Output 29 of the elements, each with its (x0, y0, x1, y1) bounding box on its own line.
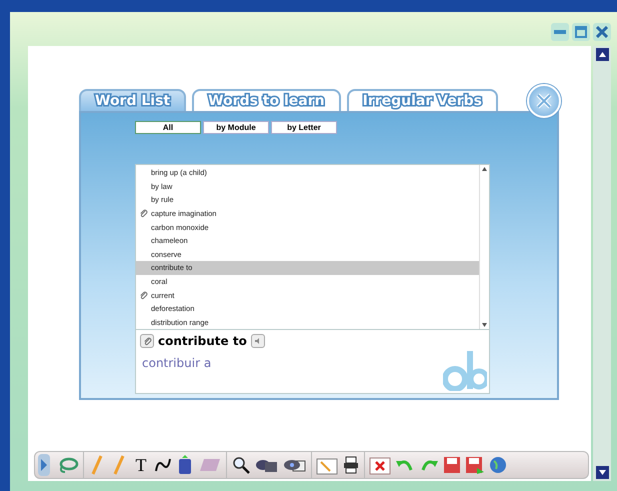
scrollbar[interactable] (479, 165, 489, 329)
scroll-down-icon[interactable] (482, 323, 487, 327)
close-icon (535, 92, 553, 110)
close-button[interactable] (593, 23, 611, 41)
paperclip-icon (139, 290, 148, 300)
speaker-button[interactable] (250, 334, 265, 348)
word-term: contribute to (158, 334, 247, 348)
tab[interactable]: Words to learn (192, 89, 341, 111)
maximize-icon (575, 26, 587, 38)
scroll-up-icon[interactable] (482, 167, 487, 171)
tab[interactable]: Irregular Verbs (346, 89, 498, 111)
scroll-up-icon[interactable] (596, 48, 608, 61)
text-tool[interactable]: T (132, 453, 150, 477)
paperclip-button[interactable] (140, 334, 154, 348)
filter-button[interactable]: by Module (203, 121, 269, 134)
maximize-button[interactable] (572, 23, 590, 41)
expand-arrow-icon[interactable] (35, 453, 53, 477)
translation: contribuir a (142, 356, 212, 370)
speaker-icon (254, 337, 262, 345)
close-icon (596, 26, 608, 38)
filter-button[interactable]: All (135, 121, 201, 134)
paperclip-icon (142, 336, 152, 346)
scrollbar[interactable] (593, 46, 611, 481)
paperclip-icon (139, 209, 148, 218)
minimize-button[interactable] (551, 23, 569, 41)
close-button[interactable] (527, 84, 561, 118)
minimize-icon (554, 30, 566, 34)
filter-button[interactable]: by Letter (271, 121, 337, 134)
scroll-down-icon[interactable] (596, 466, 608, 479)
